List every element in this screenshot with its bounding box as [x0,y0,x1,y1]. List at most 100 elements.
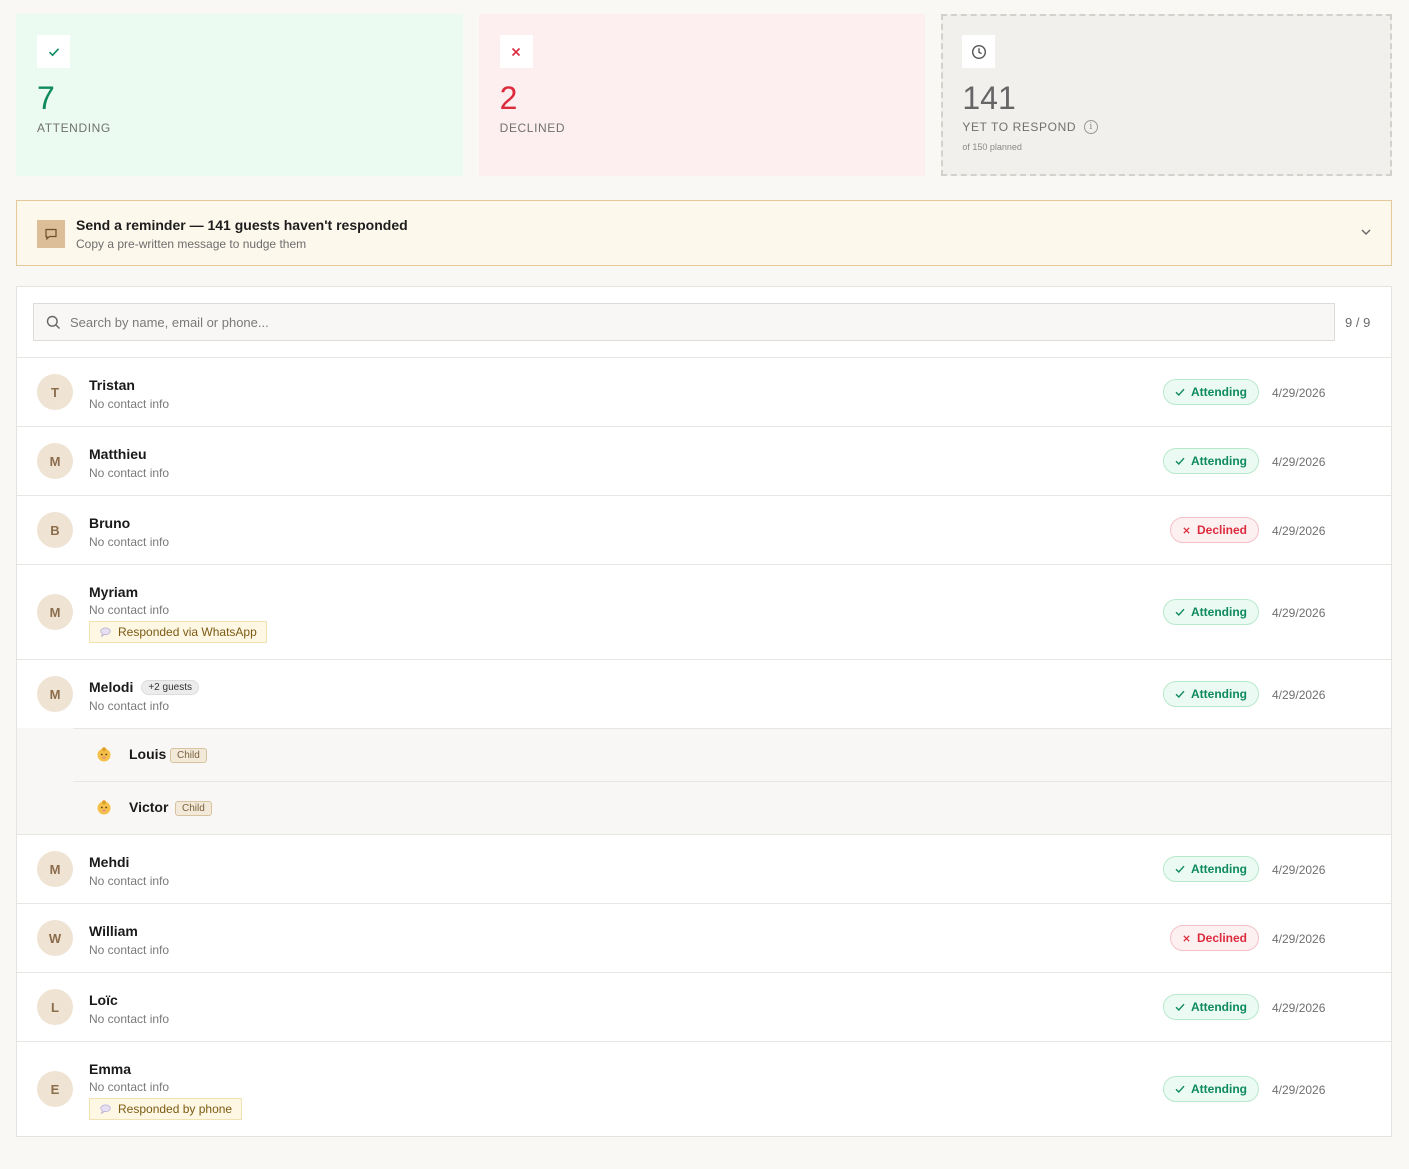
guest-name: Bruno [89,515,131,531]
avatar: M [37,594,73,630]
response-channel-label: Responded by phone [118,1102,233,1116]
guest-name: Mehdi [89,854,130,870]
companion-name: Louis [129,746,167,762]
companion-name: Victor [129,799,169,815]
guest-row[interactable]: W William No contact info Declined 4/29/… [17,903,1391,972]
check-icon [1175,865,1185,874]
companion-row: Louis Child [73,728,1391,781]
baby-icon [97,800,111,815]
check-icon [37,35,70,68]
info-icon[interactable]: i [1084,120,1099,134]
status-badge[interactable]: Attending [1163,448,1259,474]
search-input[interactable] [70,304,1320,340]
stats-row: 7 ATTENDING 2 DECLINED 141 YET TO RESPON… [16,14,1393,176]
status-label: Attending [1191,605,1247,619]
guest-contact: No contact info [89,1012,170,1026]
status-badge[interactable]: Attending [1163,1076,1259,1102]
guest-row[interactable]: B Bruno No contact info Declined 4/29/20… [17,495,1391,564]
guest-contact: No contact info [89,943,170,957]
child-badge: Child [170,748,207,763]
pending-planned: of 150 planned [962,142,1022,152]
status-badge[interactable]: Attending [1163,379,1259,405]
pending-card: 141 YET TO RESPOND i of 150 planned [941,14,1393,176]
guest-name: Tristan [89,377,135,393]
guest-row[interactable]: M Mehdi No contact info Attending 4/29/2… [17,834,1391,903]
speech-bubble-icon [100,627,111,637]
attending-count: 7 [37,80,55,116]
check-icon [1175,690,1185,699]
response-date: 4/29/2026 [1272,386,1326,400]
chevron-down-icon[interactable] [1359,225,1373,239]
message-icon [37,220,65,248]
x-icon [1183,526,1190,534]
guest-contact: No contact info [89,699,170,713]
search-icon [46,315,60,329]
status-badge[interactable]: Attending [1163,599,1259,625]
guest-contact: No contact info [89,1080,170,1094]
response-date: 4/29/2026 [1272,863,1326,877]
guest-contact: No contact info [89,397,170,411]
guest-list-panel: 9 / 9 T Tristan No contact info Attendin… [16,286,1392,1137]
response-date: 4/29/2026 [1272,455,1326,469]
avatar: L [37,989,73,1025]
response-channel-label: Responded via WhatsApp [118,625,257,639]
guest-name: Loïc [89,992,118,1008]
check-icon [1175,457,1185,466]
guest-name: William [89,923,138,939]
speech-bubble-icon [100,1104,111,1114]
response-channel-badge: Responded via WhatsApp [89,621,267,643]
guest-row[interactable]: M Melodi +2 guests No contact info Atten… [17,659,1391,728]
status-label: Attending [1191,862,1247,876]
clock-icon [962,35,996,68]
attending-label: ATTENDING [37,121,111,135]
search-box [33,303,1335,341]
response-date: 4/29/2026 [1272,524,1326,538]
check-icon [1175,1003,1185,1012]
status-badge[interactable]: Declined [1170,925,1260,951]
status-badge[interactable]: Attending [1163,856,1259,882]
avatar: M [37,851,73,887]
avatar: M [37,676,73,712]
status-badge[interactable]: Attending [1163,994,1259,1020]
plus-guests-badge: +2 guests [141,679,199,695]
response-channel-badge: Responded by phone [89,1098,243,1120]
companion-indent [17,728,73,834]
baby-icon [97,747,111,762]
guest-name: Melodi [89,679,134,695]
declined-label: DECLINED [499,121,566,135]
guest-row[interactable]: T Tristan No contact info Attending 4/29… [17,357,1391,426]
status-label: Attending [1191,1082,1247,1096]
avatar: W [37,920,73,956]
response-date: 4/29/2026 [1272,1001,1326,1015]
guest-name: Matthieu [89,446,147,462]
guest-name-row: Melodi +2 guests [89,679,199,695]
check-icon [1175,1085,1185,1094]
status-badge[interactable]: Attending [1163,681,1259,707]
status-badge[interactable]: Declined [1170,517,1260,543]
status-label: Attending [1191,1000,1247,1014]
response-date: 4/29/2026 [1272,932,1326,946]
status-label: Attending [1191,687,1247,701]
guest-contact: No contact info [89,603,170,617]
x-icon [1183,934,1190,942]
guest-contact: No contact info [89,535,170,549]
guest-row[interactable]: E Emma No contact info Responded by phon… [17,1041,1391,1136]
companion-row: Victor Child [73,781,1391,834]
guest-name: Myriam [89,584,139,600]
pending-label: YET TO RESPOND [962,120,1077,134]
status-label: Attending [1191,454,1247,468]
avatar: T [37,374,73,410]
avatar: E [37,1071,73,1107]
response-date: 4/29/2026 [1272,688,1326,702]
response-date: 4/29/2026 [1272,1083,1326,1097]
guest-row[interactable]: M Matthieu No contact info Attending 4/2… [17,426,1391,495]
child-badge: Child [175,801,212,816]
guest-row[interactable]: M Myriam No contact info Responded via W… [17,564,1391,659]
guest-row[interactable]: L Loïc No contact info Attending 4/29/20… [17,972,1391,1041]
guest-name: Emma [89,1061,132,1077]
status-label: Declined [1197,523,1248,537]
x-icon [499,35,533,68]
reminder-banner[interactable]: Send a reminder — 141 guests haven't res… [16,200,1392,266]
pending-label-row: YET TO RESPOND i [962,120,1099,134]
reminder-title: Send a reminder — 141 guests haven't res… [76,217,408,233]
